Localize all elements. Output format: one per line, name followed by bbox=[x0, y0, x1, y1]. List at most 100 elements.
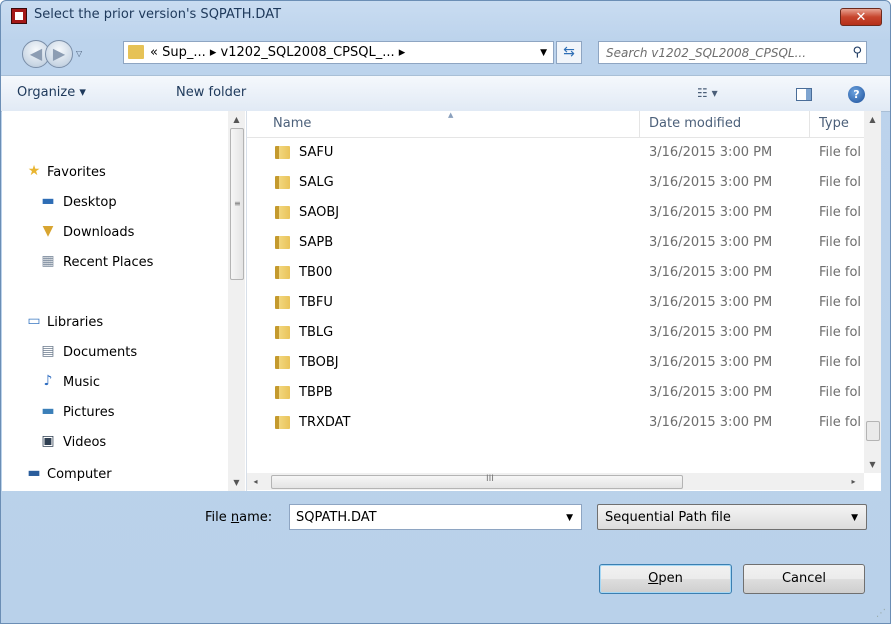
navigation-pane-scrollbar[interactable]: ▲ ≡ ▼ bbox=[228, 111, 245, 491]
change-view-button[interactable]: ☷ ▾ bbox=[697, 86, 718, 100]
sidebar-item-documents[interactable]: ▤ Documents bbox=[2, 341, 222, 363]
item-type: File fol bbox=[819, 235, 862, 250]
folder-icon bbox=[275, 296, 290, 309]
column-header-type[interactable]: Type bbox=[819, 116, 849, 131]
column-header-date-modified[interactable]: Date modified bbox=[649, 116, 741, 131]
sidebar-item-videos[interactable]: ▣ Videos bbox=[2, 431, 222, 453]
search-input[interactable]: Search v1202_SQL2008_CPSQL... ⚲ bbox=[598, 41, 867, 64]
sidebar-item-label: Desktop bbox=[63, 195, 117, 210]
videos-icon: ▣ bbox=[41, 433, 55, 449]
item-type: File fol bbox=[819, 295, 862, 310]
list-item[interactable]: TBPB 3/16/2015 3:00 PM File fol bbox=[247, 378, 864, 408]
file-list-pane: ▲ Name Date modified Type SAFU 3/16/2015… bbox=[247, 111, 881, 491]
item-date: 3/16/2015 3:00 PM bbox=[649, 205, 773, 220]
column-divider[interactable] bbox=[639, 111, 640, 137]
refresh-button[interactable]: ⇆ bbox=[556, 41, 582, 64]
chevron-down-icon[interactable]: ▼ bbox=[566, 513, 573, 523]
file-name-field[interactable]: SQPATH.DAT ▼ bbox=[289, 504, 582, 530]
address-bar[interactable]: « Sup_... ▸ v1202_SQL2008_CPSQL_... ▸ ▼ bbox=[123, 41, 554, 64]
scroll-thumb[interactable]: ≡ bbox=[230, 128, 244, 280]
folder-icon bbox=[275, 266, 290, 279]
list-item[interactable]: SAOBJ 3/16/2015 3:00 PM File fol bbox=[247, 198, 864, 228]
command-toolbar: Organize ▾ New folder ☷ ▾ ? bbox=[1, 75, 890, 112]
label-text: ame: bbox=[239, 510, 273, 525]
column-divider[interactable] bbox=[809, 111, 810, 137]
item-type: File fol bbox=[819, 355, 862, 370]
folder-icon bbox=[275, 176, 290, 189]
sidebar-item-music[interactable]: ♪ Music bbox=[2, 371, 222, 393]
folder-icon bbox=[275, 416, 290, 429]
open-button[interactable]: Open bbox=[599, 564, 732, 594]
file-list-horizontal-scrollbar[interactable]: ◂ III ▸ bbox=[247, 473, 864, 490]
item-date: 3/16/2015 3:00 PM bbox=[649, 355, 773, 370]
sidebar-item-favorites[interactable]: ★ Favorites bbox=[2, 161, 222, 183]
grip-icon: ≡ bbox=[234, 199, 241, 208]
item-name: SAFU bbox=[299, 145, 334, 160]
chevron-down-icon[interactable]: ▼ bbox=[540, 48, 547, 58]
item-date: 3/16/2015 3:00 PM bbox=[649, 415, 773, 430]
cancel-button[interactable]: Cancel bbox=[743, 564, 865, 594]
sidebar-item-label: Documents bbox=[63, 345, 138, 360]
desktop-icon: ▬ bbox=[41, 193, 55, 209]
list-item[interactable]: TBLG 3/16/2015 3:00 PM File fol bbox=[247, 318, 864, 348]
pictures-icon: ▬ bbox=[41, 403, 55, 419]
list-item[interactable]: TBOBJ 3/16/2015 3:00 PM File fol bbox=[247, 348, 864, 378]
file-list-vertical-scrollbar[interactable]: ▲ ▼ bbox=[864, 111, 881, 473]
preview-pane-icon[interactable] bbox=[796, 88, 812, 101]
sidebar-item-computer[interactable]: ▬ Computer bbox=[2, 463, 222, 485]
help-icon[interactable]: ? bbox=[848, 86, 865, 103]
scroll-thumb[interactable]: III bbox=[271, 474, 683, 489]
dialog-footer: File name: SQPATH.DAT ▼ Sequential Path … bbox=[1, 492, 890, 623]
sidebar-item-label: Recent Places bbox=[63, 255, 154, 270]
folder-icon bbox=[275, 146, 290, 159]
navigation-pane: ★ Favorites ▬ Desktop ▼ Downloads ▦ Rece… bbox=[2, 111, 247, 491]
scroll-down-arrow[interactable]: ▼ bbox=[228, 474, 245, 491]
column-header-row: ▲ Name Date modified Type bbox=[247, 111, 881, 138]
file-type-select[interactable]: Sequential Path file ▼ bbox=[597, 504, 867, 530]
item-name: SALG bbox=[299, 175, 334, 190]
scroll-left-arrow[interactable]: ◂ bbox=[247, 473, 264, 490]
scroll-up-arrow[interactable]: ▲ bbox=[228, 111, 245, 128]
resize-grip-icon[interactable]: ⋰ bbox=[876, 608, 886, 619]
organize-button[interactable]: Organize ▾ bbox=[17, 85, 86, 100]
sidebar-item-label: Music bbox=[63, 375, 100, 390]
breadcrumb[interactable]: « Sup_... ▸ v1202_SQL2008_CPSQL_... ▸ bbox=[150, 45, 405, 60]
new-folder-button[interactable]: New folder bbox=[176, 85, 246, 100]
content-area: ★ Favorites ▬ Desktop ▼ Downloads ▦ Rece… bbox=[2, 111, 881, 491]
item-name: TRXDAT bbox=[299, 415, 351, 430]
sidebar-item-label: Videos bbox=[63, 435, 107, 450]
search-icon[interactable]: ⚲ bbox=[852, 45, 862, 60]
accelerator-key: n bbox=[230, 510, 240, 525]
item-name: SAOBJ bbox=[299, 205, 340, 220]
list-item[interactable]: SAPB 3/16/2015 3:00 PM File fol bbox=[247, 228, 864, 258]
sidebar-item-recent-places[interactable]: ▦ Recent Places bbox=[2, 251, 222, 273]
column-header-name[interactable]: Name bbox=[273, 116, 311, 131]
item-type: File fol bbox=[819, 415, 862, 430]
accelerator-key: O bbox=[648, 571, 659, 586]
list-item[interactable]: TB00 3/16/2015 3:00 PM File fol bbox=[247, 258, 864, 288]
sidebar-item-pictures[interactable]: ▬ Pictures bbox=[2, 401, 222, 423]
recent-locations-dropdown[interactable]: ▽ bbox=[76, 49, 82, 58]
list-item[interactable]: TRXDAT 3/16/2015 3:00 PM File fol bbox=[247, 408, 864, 438]
file-name-value: SQPATH.DAT bbox=[296, 510, 377, 525]
sidebar-item-label: Downloads bbox=[63, 225, 135, 240]
list-item[interactable]: SALG 3/16/2015 3:00 PM File fol bbox=[247, 168, 864, 198]
scroll-right-arrow[interactable]: ▸ bbox=[845, 473, 862, 490]
sort-ascending-icon: ▲ bbox=[448, 111, 454, 119]
folder-icon bbox=[128, 45, 144, 59]
sidebar-item-label: Favorites bbox=[47, 165, 106, 180]
sidebar-item-downloads[interactable]: ▼ Downloads bbox=[2, 221, 222, 243]
close-button[interactable]: ✕ bbox=[840, 8, 882, 26]
forward-button[interactable]: ▶ bbox=[45, 40, 73, 68]
item-name: TBFU bbox=[299, 295, 333, 310]
scroll-thumb[interactable] bbox=[866, 421, 880, 441]
item-date: 3/16/2015 3:00 PM bbox=[649, 295, 773, 310]
sidebar-item-desktop[interactable]: ▬ Desktop bbox=[2, 191, 222, 213]
sidebar-item-libraries[interactable]: ▭ Libraries bbox=[2, 311, 222, 333]
folder-icon bbox=[275, 386, 290, 399]
scroll-up-arrow[interactable]: ▲ bbox=[864, 111, 881, 128]
list-item[interactable]: SAFU 3/16/2015 3:00 PM File fol bbox=[247, 138, 864, 168]
list-item[interactable]: TBFU 3/16/2015 3:00 PM File fol bbox=[247, 288, 864, 318]
scroll-down-arrow[interactable]: ▼ bbox=[864, 456, 881, 473]
recent-places-icon: ▦ bbox=[41, 253, 55, 269]
